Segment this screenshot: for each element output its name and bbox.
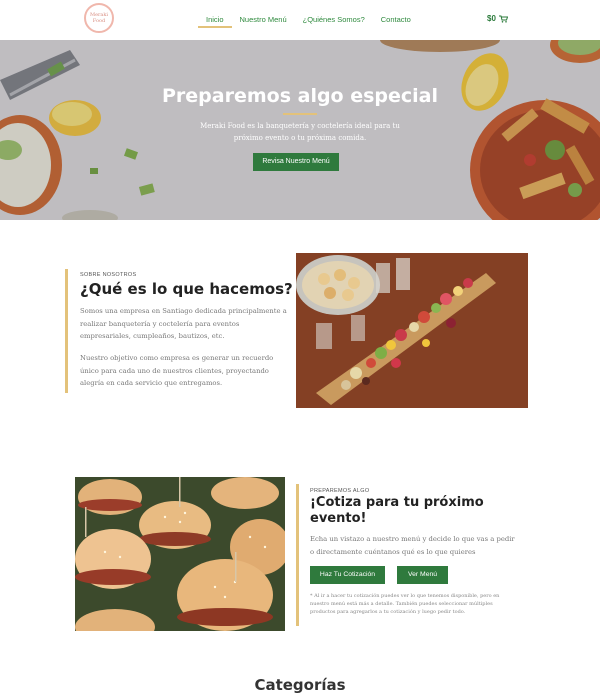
cart-icon (498, 15, 508, 23)
cart-total: $0 (487, 14, 496, 23)
quote-accent-bar (296, 484, 299, 626)
view-menu-button[interactable]: Revisa Nuestro Menú (253, 153, 339, 171)
about-image (296, 253, 528, 408)
categories-heading: Categorías (254, 676, 346, 694)
hero-subtitle: Meraki Food es la banquetería y cocteler… (200, 122, 400, 142)
site-logo[interactable]: Meraki Food (84, 3, 114, 33)
see-menu-button[interactable]: Ver Menú (397, 566, 448, 584)
quote-note: * Al ir a hacer tu cotización puedes ver… (310, 593, 500, 615)
make-quote-button[interactable]: Haz Tu Cotización (310, 566, 385, 584)
site-header: Meraki Food Inicio Nuestro Menú ¿Quiénes… (0, 0, 600, 40)
burgers-photo (75, 477, 285, 631)
nav-item-contacto[interactable]: Contacto (373, 14, 419, 28)
platter-photo (296, 253, 528, 408)
nav-item-inicio[interactable]: Inicio (198, 14, 232, 28)
main-nav: Inicio Nuestro Menú ¿Quiénes Somos? Cont… (198, 14, 419, 28)
about-title: ¿Qué es lo que hacemos? (80, 280, 293, 298)
about-accent-bar (65, 269, 68, 393)
about-paragraph-1: Somos una empresa en Santiago dedicada p… (80, 307, 287, 340)
nav-item-quienes-somos[interactable]: ¿Quiénes Somos? (295, 14, 373, 28)
nav-item-menu[interactable]: Nuestro Menú (232, 14, 295, 28)
quote-title: ¡Cotiza para tu próximo evento! (310, 495, 484, 526)
cart-button[interactable]: $0 (487, 14, 508, 23)
hero-divider (283, 113, 317, 115)
about-paragraph-2: Nuestro objetivo como empresa es generar… (80, 354, 274, 387)
hero-title: Preparemos algo especial (161, 85, 439, 107)
quote-image (75, 477, 285, 631)
quote-paragraph: Echa un vistazo a nuestro menú y decide … (310, 535, 515, 556)
logo-line2: Food (92, 18, 106, 24)
about-eyebrow: SOBRE NOSOTROS (80, 272, 137, 278)
hero-banner: Preparemos algo especial Meraki Food es … (0, 40, 600, 220)
quote-eyebrow: PREPAREMOS ALGO (310, 488, 370, 494)
